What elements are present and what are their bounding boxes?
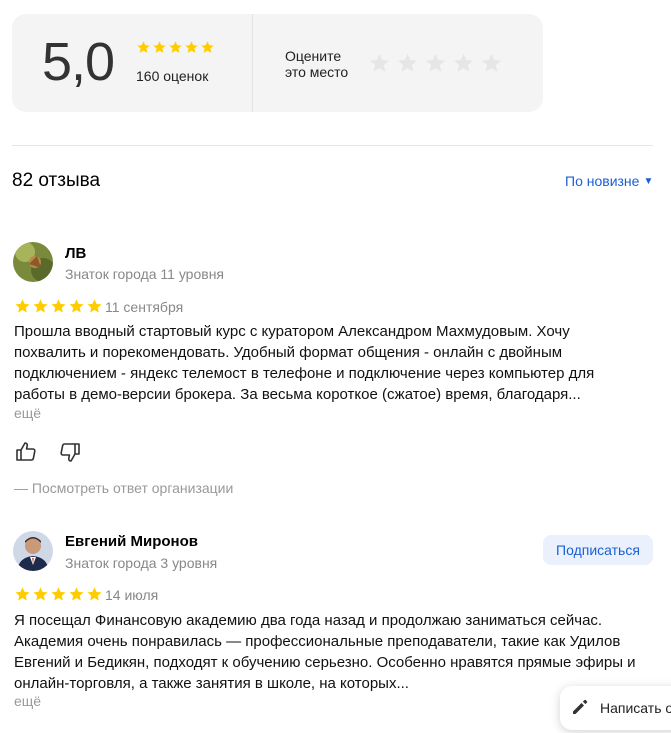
write-review-label: Написать о (600, 700, 671, 716)
star-icon (184, 40, 199, 55)
star-icon[interactable] (480, 52, 503, 75)
ratings-count: 160 оценок (136, 68, 209, 84)
author-name[interactable]: ЛВ (65, 245, 86, 262)
star-icon (86, 586, 103, 603)
star-icon (68, 298, 85, 315)
rate-stars-input[interactable] (368, 52, 503, 75)
review-date: 14 июля (105, 587, 159, 603)
author-level: Знаток города 11 уровня (65, 266, 225, 282)
view-org-answer-link[interactable]: — Посмотреть ответ организации (14, 480, 233, 496)
star-icon (32, 298, 49, 315)
sort-dropdown[interactable]: По новизне ▼ (565, 173, 653, 189)
review-stars (14, 586, 103, 603)
reviews-count-heading: 82 отзыва (12, 170, 101, 191)
avatar[interactable] (13, 242, 53, 282)
star-icon (50, 298, 67, 315)
star-icon (200, 40, 215, 55)
sort-label: По новизне (565, 173, 640, 189)
thumbs-up-icon[interactable] (14, 440, 38, 464)
star-icon (86, 298, 103, 315)
star-icon (14, 298, 31, 315)
author-name[interactable]: Евгений Миронов (65, 533, 198, 550)
star-icon[interactable] (368, 52, 391, 75)
average-stars (136, 40, 215, 55)
star-icon (14, 586, 31, 603)
separator (12, 145, 653, 146)
pencil-icon (570, 697, 590, 720)
review-text: Я посещал Финансовую академию два года н… (14, 612, 636, 692)
star-icon[interactable] (396, 52, 419, 75)
write-review-button[interactable]: Написать о (560, 686, 671, 730)
star-icon (32, 586, 49, 603)
star-icon (168, 40, 183, 55)
star-icon (50, 586, 67, 603)
average-score: 5,0 (42, 32, 115, 92)
more-link[interactable]: ещё (14, 405, 41, 421)
subscribe-button[interactable]: Подписаться (543, 535, 653, 565)
star-icon (152, 40, 167, 55)
star-icon (68, 586, 85, 603)
star-icon[interactable] (452, 52, 475, 75)
star-icon[interactable] (424, 52, 447, 75)
chevron-down-icon: ▼ (643, 175, 654, 187)
rating-summary-card: 5,0 160 оценок Оцените это место (12, 14, 543, 112)
rate-prompt-line1: Оцените (285, 48, 342, 64)
author-level: Знаток города 3 уровня (65, 555, 218, 571)
star-icon (136, 40, 151, 55)
avatar[interactable] (13, 531, 53, 571)
divider (252, 14, 253, 112)
thumbs-down-icon[interactable] (58, 440, 82, 464)
review-text: Прошла вводный стартовый курс с кураторо… (14, 323, 595, 403)
review-stars (14, 298, 103, 315)
review-date: 11 сентября (105, 299, 184, 315)
rate-prompt: Оцените это место (285, 48, 365, 80)
rate-prompt-line2: это место (285, 64, 349, 80)
more-link[interactable]: ещё (14, 693, 41, 709)
